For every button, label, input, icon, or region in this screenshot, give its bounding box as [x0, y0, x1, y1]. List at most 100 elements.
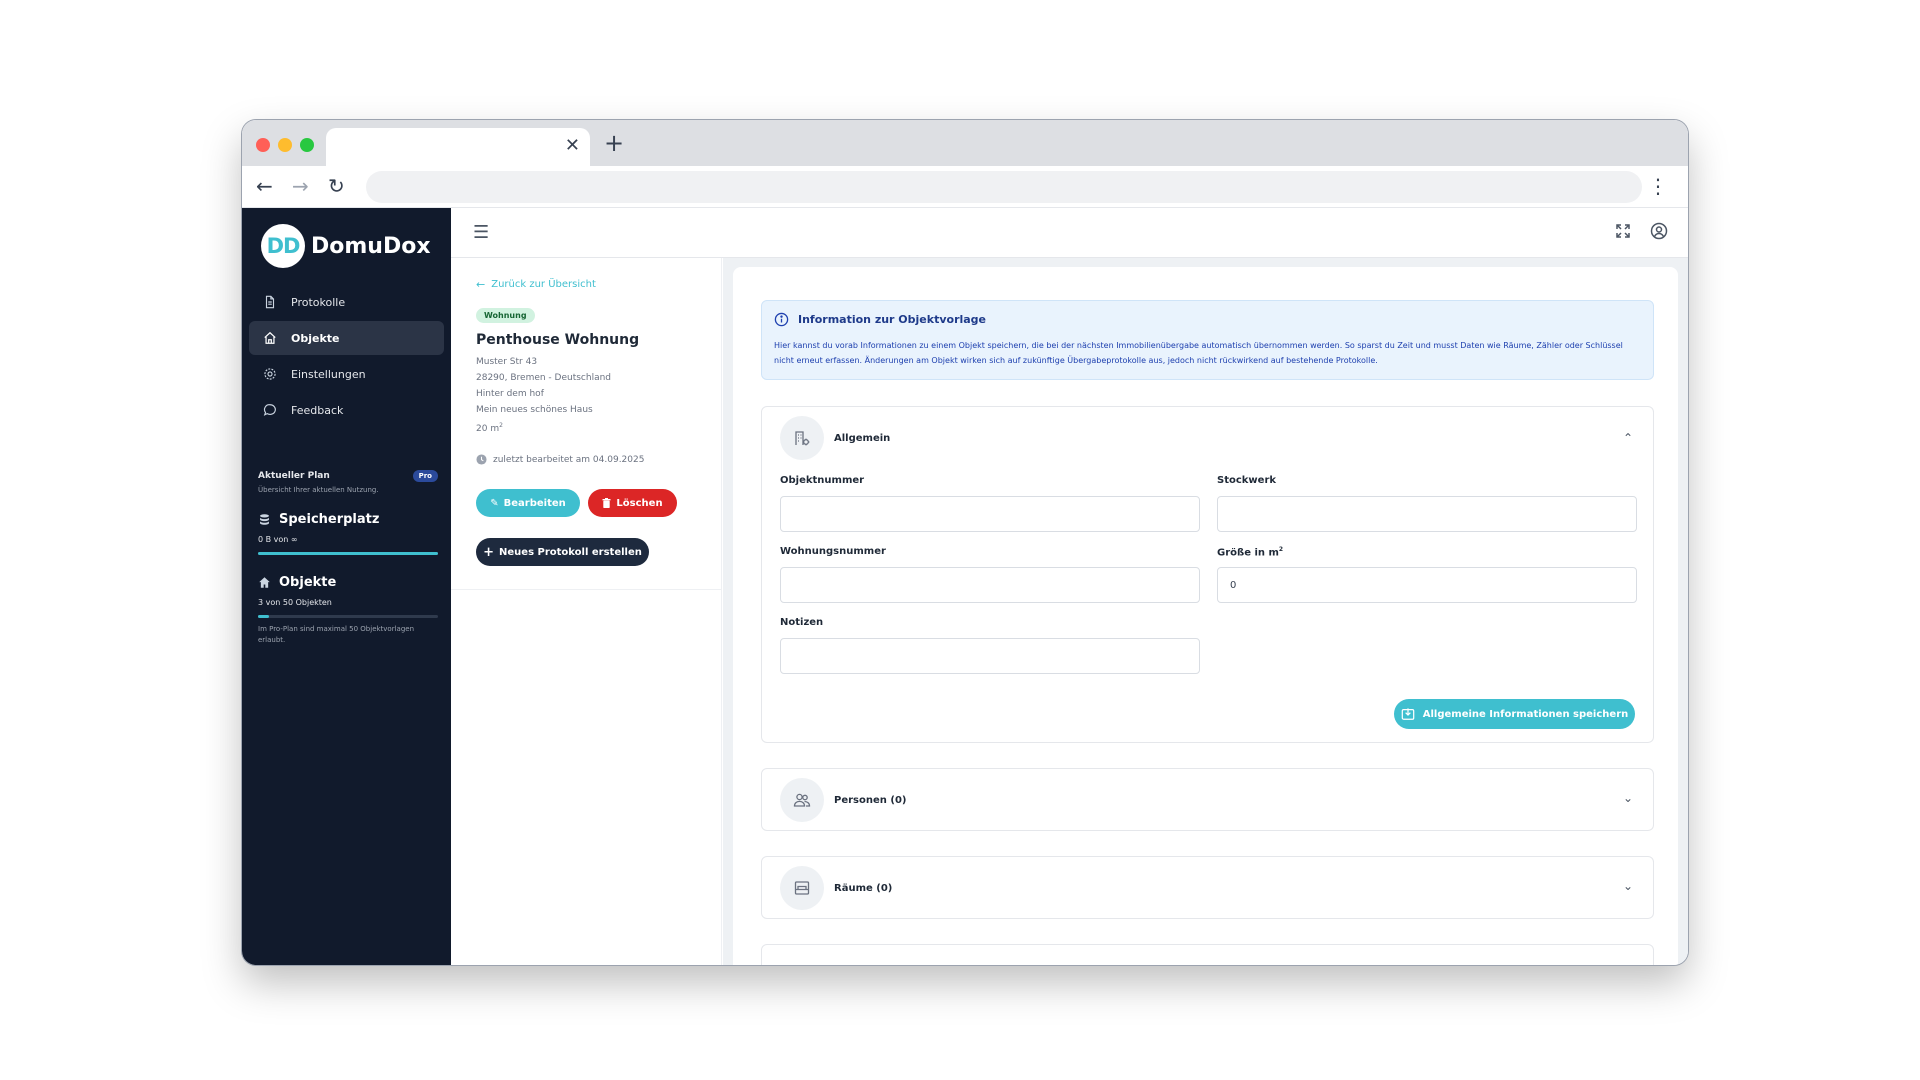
- info-title-text: Information zur Objektvorlage: [798, 313, 987, 326]
- sidebar: DD DomuDox Protokolle Objekte Einstellun…: [242, 208, 451, 965]
- storage-value: 0 B von ∞: [258, 535, 298, 544]
- sidebar-item-feedback[interactable]: Feedback: [249, 393, 444, 427]
- new-protocol-button[interactable]: + Neues Protokoll erstellen: [476, 538, 649, 566]
- wohnungsnummer-input[interactable]: [780, 567, 1200, 603]
- objects-title: Objekte: [279, 575, 337, 590]
- url-input[interactable]: [366, 171, 1642, 203]
- stockwerk-label: Stockwerk: [1217, 475, 1277, 486]
- rooms-section-header[interactable]: Räume (0): [780, 866, 892, 910]
- home-icon: [259, 577, 270, 588]
- notizen-label: Notizen: [780, 617, 824, 628]
- minimize-window-button[interactable]: [278, 138, 292, 152]
- groesse-label: Größe in m2: [1217, 546, 1283, 558]
- plan-panel: Aktueller Plan Pro Übersicht Ihrer aktue…: [258, 470, 438, 646]
- address-line: 28290, Bremen - Deutschland: [476, 373, 612, 383]
- sidebar-item-protokolle[interactable]: Protokolle: [249, 285, 444, 319]
- home-icon: [263, 331, 277, 345]
- fullscreen-icon[interactable]: [1614, 222, 1632, 240]
- info-title: Information zur Objektvorlage: [774, 312, 986, 327]
- new-protocol-label: Neues Protokoll erstellen: [499, 546, 642, 558]
- object-address: Muster Str 43 28290, Bremen - Deutschlan…: [476, 354, 611, 437]
- users-icon: [780, 778, 824, 822]
- sidebar-item-einstellungen[interactable]: Einstellungen: [249, 357, 444, 391]
- plan-badge: Pro: [412, 470, 438, 482]
- notizen-input[interactable]: [780, 638, 1200, 674]
- building-icon: [780, 416, 824, 460]
- logo-mark: DD: [261, 224, 305, 268]
- sidebar-menu: Protokolle Objekte Einstellungen Feedbac…: [249, 285, 444, 429]
- rooms-section-title: Räume (0): [834, 882, 893, 894]
- delete-button[interactable]: Löschen: [588, 489, 677, 517]
- size-unit-sup: 2: [499, 422, 503, 429]
- last-edited: zuletzt bearbeitet am 04.09.2025: [476, 454, 644, 465]
- room-icon: [780, 866, 824, 910]
- objektnummer-input[interactable]: [780, 496, 1200, 532]
- edit-button[interactable]: ✎ Bearbeiten: [476, 489, 580, 517]
- maximize-window-button[interactable]: [300, 138, 314, 152]
- chat-icon: [263, 403, 277, 417]
- browser-menu-icon[interactable]: ⋮: [1648, 174, 1668, 198]
- sidebar-item-objekte[interactable]: Objekte: [249, 321, 444, 355]
- pencil-icon: ✎: [490, 497, 499, 509]
- logo[interactable]: DD DomuDox: [261, 224, 431, 268]
- chevron-up-icon[interactable]: ⌃: [1623, 431, 1633, 445]
- back-to-overview-link[interactable]: ← Zurück zur Übersicht: [476, 278, 596, 291]
- storage-title: Speicherplatz: [279, 512, 380, 527]
- object-size: 20 m2: [476, 418, 611, 437]
- objects-progress-fill: [258, 615, 269, 618]
- storage-heading: Speicherplatz: [258, 512, 438, 527]
- rooms-section[interactable]: Räume (0) ⌄: [761, 856, 1654, 919]
- save-general-button[interactable]: Allgemeine Informationen speichern: [1394, 699, 1635, 729]
- reload-icon[interactable]: ↻: [328, 173, 345, 199]
- wohnungsnummer-label: Wohnungsnummer: [780, 546, 886, 557]
- objects-note: Im Pro-Plan sind maximal 50 Objektvorlag…: [258, 625, 415, 644]
- storage-progress: [258, 552, 438, 555]
- forward-arrow-icon[interactable]: →: [292, 173, 309, 199]
- general-section-header[interactable]: Allgemein: [780, 416, 890, 460]
- address-bar: ← → ↻ ⋮: [242, 166, 1688, 208]
- object-type-badge: Wohnung: [476, 308, 535, 323]
- sidebar-item-label: Objekte: [291, 331, 340, 345]
- last-edited-text: zuletzt bearbeitet am 04.09.2025: [493, 454, 645, 465]
- objects-heading: Objekte: [258, 575, 438, 590]
- save-general-label: Allgemeine Informationen speichern: [1422, 708, 1629, 720]
- tab-close-icon[interactable]: ✕: [565, 136, 580, 156]
- persons-section-header[interactable]: Personen (0): [780, 778, 906, 822]
- menu-toggle-icon[interactable]: ☰: [473, 222, 489, 243]
- edit-button-label: Bearbeiten: [503, 497, 566, 509]
- browser-tab[interactable]: ✕: [326, 128, 590, 166]
- stockwerk-input[interactable]: [1217, 496, 1637, 532]
- clock-icon: [476, 454, 487, 465]
- info-text: Hier kannst du vorab Informationen zu ei…: [774, 341, 1623, 365]
- arrow-left-icon: ←: [476, 278, 486, 291]
- tab-bar: ✕ +: [242, 120, 1688, 166]
- close-window-button[interactable]: [256, 138, 270, 152]
- next-section[interactable]: [761, 944, 1654, 965]
- sidebar-item-label: Protokolle: [291, 295, 346, 309]
- objects-stat: Objekte 3 von 50 Objekten Im Pro-Plan si…: [258, 575, 438, 646]
- persons-section-title: Personen (0): [834, 794, 907, 806]
- back-arrow-icon[interactable]: ←: [256, 173, 273, 199]
- object-title: Penthouse Wohnung: [476, 332, 640, 348]
- delete-button-label: Löschen: [616, 497, 663, 509]
- object-detail-panel: ← Zurück zur Übersicht Wohnung Penthouse…: [451, 258, 722, 965]
- chevron-down-icon[interactable]: ⌄: [1623, 879, 1633, 893]
- trash-icon: [602, 498, 611, 508]
- chevron-down-icon[interactable]: ⌄: [1623, 791, 1633, 805]
- database-icon: [260, 514, 269, 525]
- user-account-icon[interactable]: [1650, 222, 1668, 240]
- groesse-label-text: Größe in m: [1217, 547, 1279, 559]
- gear-icon: [263, 367, 277, 381]
- save-icon: [1401, 708, 1415, 720]
- persons-section[interactable]: Personen (0) ⌄: [761, 768, 1654, 831]
- groesse-input[interactable]: 0: [1217, 567, 1637, 603]
- object-template-card: Information zur Objektvorlage Hier kanns…: [733, 267, 1678, 965]
- browser-window: ✕ + ← → ↻ ⋮ DD DomuDox Protokolle Objekt…: [242, 120, 1688, 965]
- info-icon: [774, 312, 789, 327]
- groesse-label-sup: 2: [1278, 546, 1284, 553]
- top-bar: ☰: [451, 208, 1688, 258]
- sidebar-item-label: Feedback: [291, 403, 344, 417]
- logo-text: DomuDox: [311, 233, 431, 259]
- new-tab-button[interactable]: +: [604, 129, 624, 157]
- address-line: Muster Str 43: [476, 357, 538, 367]
